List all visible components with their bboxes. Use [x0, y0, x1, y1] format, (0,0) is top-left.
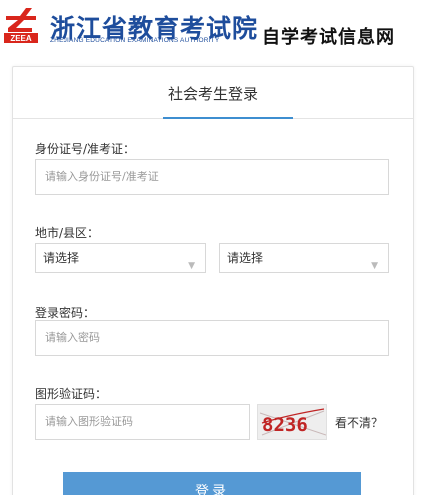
city-select[interactable]: 请选择 ▼: [35, 243, 206, 273]
site-subtitle: ZHEJIANG EDUCATION EXAMINATIONS AUTHORIT…: [50, 37, 220, 44]
section-title: 自学考试信息网: [262, 27, 395, 48]
login-card: 社会考生登录 身份证号/准考证： 请输入身份证号/准考证 地市/县区： 请选择 …: [12, 66, 414, 495]
chevron-down-icon: ▼: [188, 261, 195, 271]
logo-text: ZEEA: [10, 34, 32, 43]
district-select-value: 请选择: [227, 251, 264, 265]
login-button[interactable]: 登录: [63, 472, 361, 495]
refresh-captcha-link[interactable]: 看不清？: [335, 414, 383, 431]
password-input[interactable]: 请输入密码: [35, 320, 389, 356]
chevron-down-icon: ▼: [371, 261, 378, 271]
region-label: 地市/县区：: [35, 226, 100, 240]
zeea-logo: ZEEA: [2, 6, 42, 46]
district-select[interactable]: 请选择 ▼: [219, 243, 389, 273]
tab-active-indicator: [163, 117, 293, 119]
city-select-value: 请选择: [43, 251, 80, 265]
captcha-input[interactable]: 请输入图形验证码: [35, 404, 250, 440]
id-label: 身份证号/准考证：: [35, 142, 136, 156]
captcha-label: 图形验证码：: [35, 387, 108, 401]
tab-label: 社会考生登录: [167, 85, 258, 103]
password-label: 登录密码：: [35, 306, 96, 320]
site-header: ZEEA 浙江省教育考试院 ZHEJIANG EDUCATION EXAMINA…: [0, 0, 432, 52]
captcha-image[interactable]: 8236: [257, 404, 327, 440]
id-number-input[interactable]: 请输入身份证号/准考证: [35, 159, 389, 195]
tab-social-candidate-login[interactable]: 社会考生登录: [13, 67, 413, 119]
